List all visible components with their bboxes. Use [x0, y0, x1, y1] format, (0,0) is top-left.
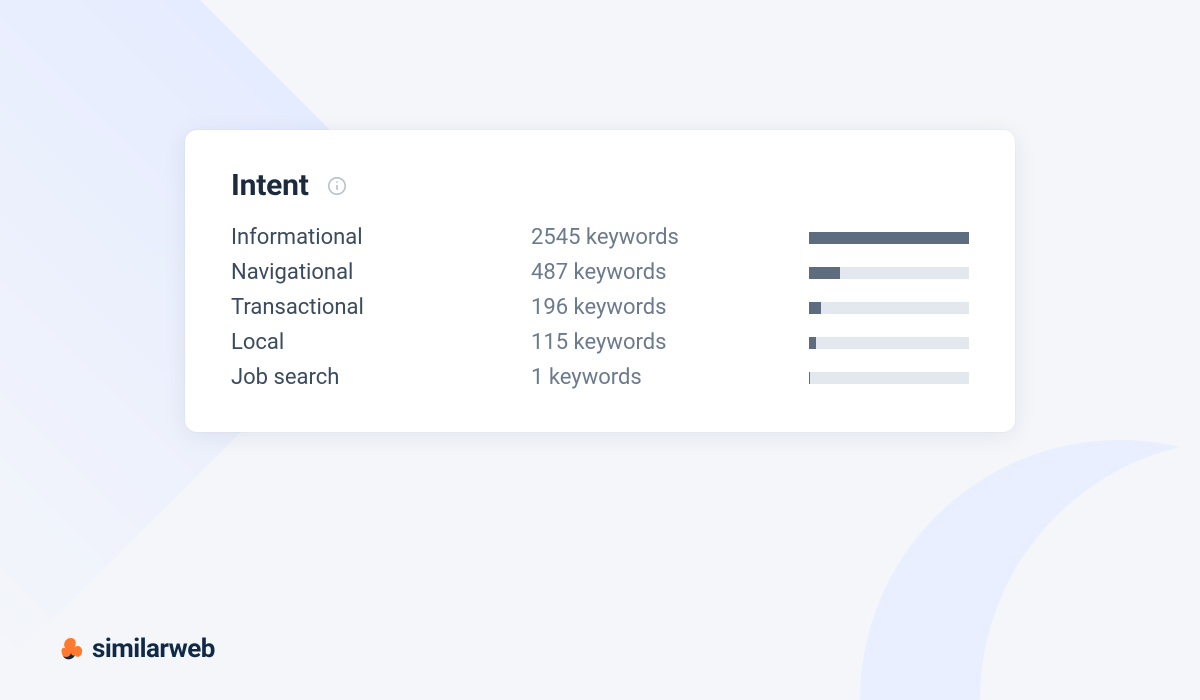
card-title: Intent [231, 168, 309, 203]
intent-count: 1 keywords [531, 365, 779, 390]
intent-count: 487 keywords [531, 260, 779, 285]
brand-logo-icon [58, 636, 84, 662]
intent-label: Transactional [231, 295, 501, 320]
intent-bar [809, 337, 969, 349]
brand-logo-text: similarweb [92, 634, 215, 664]
intent-label: Job search [231, 365, 501, 390]
intent-bar [809, 372, 969, 384]
card-header: Intent [231, 168, 969, 203]
intent-label: Navigational [231, 260, 501, 285]
intent-row: Local 115 keywords [231, 330, 969, 355]
intent-row: Informational 2545 keywords [231, 225, 969, 250]
intent-card: Intent Informational 2545 keywords Navigat… [185, 130, 1015, 432]
intent-bar-fill [809, 337, 816, 349]
intent-bar [809, 232, 969, 244]
intent-bar-fill [809, 267, 840, 279]
intent-bar-fill [809, 232, 969, 244]
intent-row: Navigational 487 keywords [231, 260, 969, 285]
intent-count: 115 keywords [531, 330, 779, 355]
intent-bar-fill [809, 372, 810, 384]
intent-row: Transactional 196 keywords [231, 295, 969, 320]
intent-row: Job search 1 keywords [231, 365, 969, 390]
info-icon[interactable] [327, 176, 347, 196]
intent-label: Local [231, 330, 501, 355]
brand-logo: similarweb [58, 634, 215, 664]
intent-count: 2545 keywords [531, 225, 779, 250]
intent-label: Informational [231, 225, 501, 250]
intent-bar [809, 302, 969, 314]
intent-bar [809, 267, 969, 279]
intent-bar-fill [809, 302, 821, 314]
intent-count: 196 keywords [531, 295, 779, 320]
intent-rows: Informational 2545 keywords Navigational 48… [231, 225, 969, 390]
